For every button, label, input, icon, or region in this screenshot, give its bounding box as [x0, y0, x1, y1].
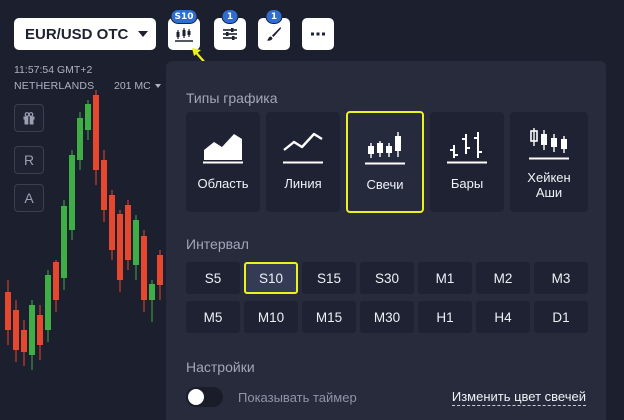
interval-m3[interactable]: M3 — [534, 262, 588, 294]
ping-selector[interactable]: 201 MC — [114, 80, 161, 92]
indicators-badge: 1 — [221, 9, 239, 24]
asset-name: EUR/USD OTC — [25, 25, 129, 43]
candle-body — [69, 155, 75, 230]
chart-type-heikin-ashi[interactable]: Хейкен Аши — [510, 112, 588, 212]
toggle-knob — [188, 389, 204, 405]
timer-toggle[interactable] — [186, 387, 223, 407]
chart-type-line[interactable]: Линия — [266, 112, 340, 212]
candle-body — [117, 214, 123, 280]
server-time: 11:57:54 GMT+2 — [14, 64, 93, 76]
candle-body — [85, 104, 91, 130]
candle-body — [21, 330, 27, 352]
candle-body — [125, 205, 131, 260]
interval-title: Интервал — [186, 236, 249, 252]
chart-type-label: Свечи — [366, 177, 404, 192]
chart-settings-panel: Типы графика Область Линия Свечи Бары Хе… — [166, 61, 606, 420]
candle-body — [53, 262, 59, 300]
drawings-button[interactable]: 1 — [258, 9, 290, 50]
a-button[interactable]: A — [14, 184, 44, 212]
candle-body — [157, 255, 163, 285]
chart-type-bars[interactable]: Бары — [430, 112, 504, 212]
candle-body — [93, 95, 99, 170]
interval-m30[interactable]: M30 — [360, 301, 414, 333]
candle-body — [109, 195, 115, 250]
candle-body — [61, 206, 67, 278]
candles-icon — [175, 28, 193, 42]
chart-type-label: Область — [197, 176, 249, 191]
candle-body — [45, 275, 51, 330]
gift-icon — [23, 112, 35, 125]
interval-s5[interactable]: S5 — [186, 262, 240, 294]
chart-type-badge: S10 — [170, 9, 198, 24]
line-chart-icon — [283, 132, 323, 164]
interval-d1[interactable]: D1 — [534, 301, 588, 333]
gift-button[interactable] — [14, 104, 44, 132]
candle-body — [37, 315, 43, 345]
bars-chart-icon — [447, 132, 487, 164]
more-button[interactable] — [302, 18, 334, 50]
chart-type-label: Хейкен Аши — [527, 170, 571, 200]
chart-types-title: Типы графика — [186, 90, 278, 106]
server-location: NETHERLANDS — [14, 80, 95, 92]
interval-h1[interactable]: H1 — [418, 301, 472, 333]
candle-body — [77, 118, 83, 160]
candle-body — [13, 310, 19, 350]
interval-h4[interactable]: H4 — [476, 301, 530, 333]
interval-s10[interactable]: S10 — [244, 262, 298, 294]
chart-type-label: Линия — [284, 176, 322, 191]
candle-body — [133, 220, 139, 265]
timer-toggle-label: Показывать таймер — [238, 390, 357, 405]
settings-title: Настройки — [186, 359, 255, 375]
r-button[interactable]: R — [14, 146, 44, 174]
indicators-button[interactable]: 1 — [214, 9, 246, 50]
interval-s30[interactable]: S30 — [360, 262, 414, 294]
interval-m15[interactable]: M15 — [302, 301, 356, 333]
chart-type-label: Бары — [450, 176, 484, 191]
ping-value: 201 MC — [114, 80, 151, 92]
drawings-badge: 1 — [265, 9, 283, 24]
candle-body — [149, 284, 155, 300]
area-chart-icon — [203, 134, 243, 164]
interval-m10[interactable]: M10 — [244, 301, 298, 333]
chevron-down-icon — [154, 84, 161, 88]
chart-type-area[interactable]: Область — [186, 112, 260, 212]
candle-body — [141, 236, 147, 300]
heikin-ashi-icon — [529, 128, 569, 160]
interval-s15[interactable]: S15 — [302, 262, 356, 294]
brush-icon — [267, 27, 281, 41]
ellipsis-icon — [311, 32, 325, 36]
candle-body — [5, 292, 11, 330]
change-candle-color-link[interactable]: Изменить цвет свечей — [451, 389, 586, 406]
interval-m1[interactable]: M1 — [418, 262, 472, 294]
chart-type-candles[interactable]: Свечи — [346, 111, 424, 213]
sliders-icon — [223, 28, 237, 40]
asset-selector-button[interactable]: EUR/USD OTC — [14, 18, 156, 50]
candle-body — [101, 160, 107, 210]
candle-body — [29, 305, 35, 355]
chevron-down-icon — [138, 31, 149, 37]
interval-m5[interactable]: M5 — [186, 301, 240, 333]
candles-chart-icon — [365, 132, 405, 165]
interval-m2[interactable]: M2 — [476, 262, 530, 294]
